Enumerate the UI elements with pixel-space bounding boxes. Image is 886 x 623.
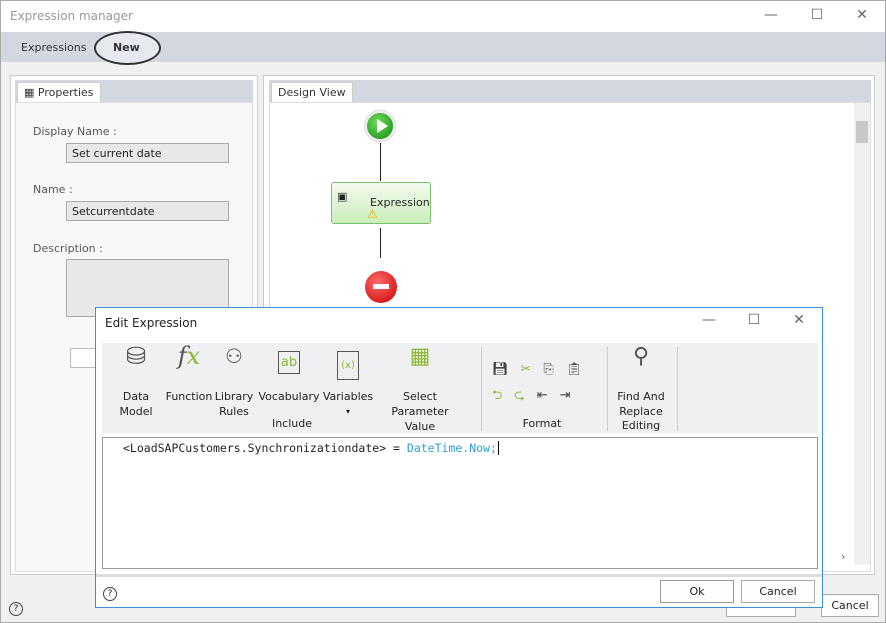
function-button[interactable]: fx Function — [164, 342, 214, 404]
dialog-cancel-button[interactable]: Cancel — [741, 580, 815, 603]
cancel-button[interactable]: Cancel — [821, 594, 879, 617]
library-rules-button[interactable]: ⚇ Library Rules — [214, 344, 254, 419]
select-parameter-icon: ▦ — [409, 344, 431, 369]
data-model-button[interactable]: ⛁ Data Model — [116, 342, 156, 419]
outdent-icon[interactable]: ⇤ — [537, 388, 548, 403]
window-title: Expression manager — [10, 9, 133, 23]
library-rules-icon: ⚇ — [225, 344, 243, 368]
display-name-label: Display Name : — [33, 125, 117, 138]
dialog-minimize-button[interactable]: — — [699, 312, 719, 328]
dialog-maximize-button[interactable]: ☐ — [744, 312, 764, 328]
ribbon: ⛁ Data Model fx Function ⚇ Library Rules ab Vo… — [102, 343, 818, 433]
name-field[interactable]: Setcurrentdate — [66, 201, 229, 221]
include-group-label: Include — [271, 417, 313, 430]
indent-icon[interactable]: ⇥ — [560, 388, 571, 403]
properties-icon: ▦ — [24, 86, 35, 99]
end-node-icon[interactable] — [365, 271, 397, 303]
paste-icon[interactable]: 📋︎ — [566, 362, 583, 377]
find-and-replace-button[interactable]: ⚲ Find And Replace — [610, 344, 672, 419]
variables-button[interactable]: (x) Variables ▾ — [322, 349, 374, 419]
minimize-button[interactable]: — — [761, 7, 781, 23]
vocabulary-icon: ab — [258, 349, 320, 389]
format-group-label: Format — [522, 417, 562, 430]
find-replace-icon: ⚲ — [632, 344, 650, 369]
tab-expressions[interactable]: Expressions — [21, 41, 86, 54]
vocabulary-button[interactable]: ab Vocabulary — [258, 349, 320, 404]
close-button[interactable]: ✕ — [852, 7, 872, 23]
fx-icon: fx — [177, 342, 201, 370]
tab-new[interactable]: New — [113, 41, 140, 54]
dialog-help-icon[interactable]: ? — [103, 587, 117, 601]
database-icon: ⛁ — [125, 342, 147, 370]
select-parameter-value-button[interactable]: ▦ Select Parameter Value — [378, 344, 462, 434]
dialog-ok-button[interactable]: Ok — [660, 580, 734, 603]
variables-icon: (x) — [322, 349, 374, 389]
description-label: Description : — [33, 242, 103, 255]
dialog-close-button[interactable]: ✕ — [789, 312, 809, 328]
tab-design-view[interactable]: Design View — [271, 82, 353, 103]
display-name-field[interactable]: Set current date — [66, 143, 229, 163]
maximize-button[interactable]: ☐ — [807, 7, 827, 23]
copy-icon[interactable]: ⎘ — [543, 362, 553, 377]
scroll-right-icon[interactable]: › — [841, 550, 845, 563]
undo-icon[interactable]: ⮌ — [492, 388, 502, 403]
title-bar: Expression manager — ☐ ✕ — [1, 1, 885, 32]
save-icon[interactable]: 💾︎ — [492, 362, 509, 377]
name-label: Name : — [33, 183, 73, 196]
expression-node-icon: ▣ — [337, 190, 348, 203]
start-node-icon[interactable] — [365, 111, 395, 141]
expression-node[interactable]: ▣ Expression ⚠ — [331, 182, 431, 224]
editing-group-label: Editing — [621, 419, 661, 432]
edit-expression-dialog: Edit Expression — ☐ ✕ ⛁ Data Model fx Funct… — [95, 307, 823, 608]
redo-icon[interactable]: ⮎ — [514, 388, 524, 403]
tab-properties[interactable]: ▦ Properties — [17, 82, 101, 103]
expression-editor[interactable]: <LoadSAPCustomers.Synchronizationdate> =… — [102, 437, 818, 569]
dialog-title: Edit Expression — [105, 316, 198, 330]
cut-icon[interactable]: ✂ — [521, 362, 532, 377]
warning-icon: ⚠ — [367, 207, 378, 221]
help-icon[interactable]: ? — [9, 602, 23, 616]
format-tools: 💾︎ ✂ ⎘ 📋︎ ⮌ ⮎ ⇤ ⇥ — [492, 357, 592, 409]
vertical-scrollbar[interactable] — [854, 103, 870, 565]
